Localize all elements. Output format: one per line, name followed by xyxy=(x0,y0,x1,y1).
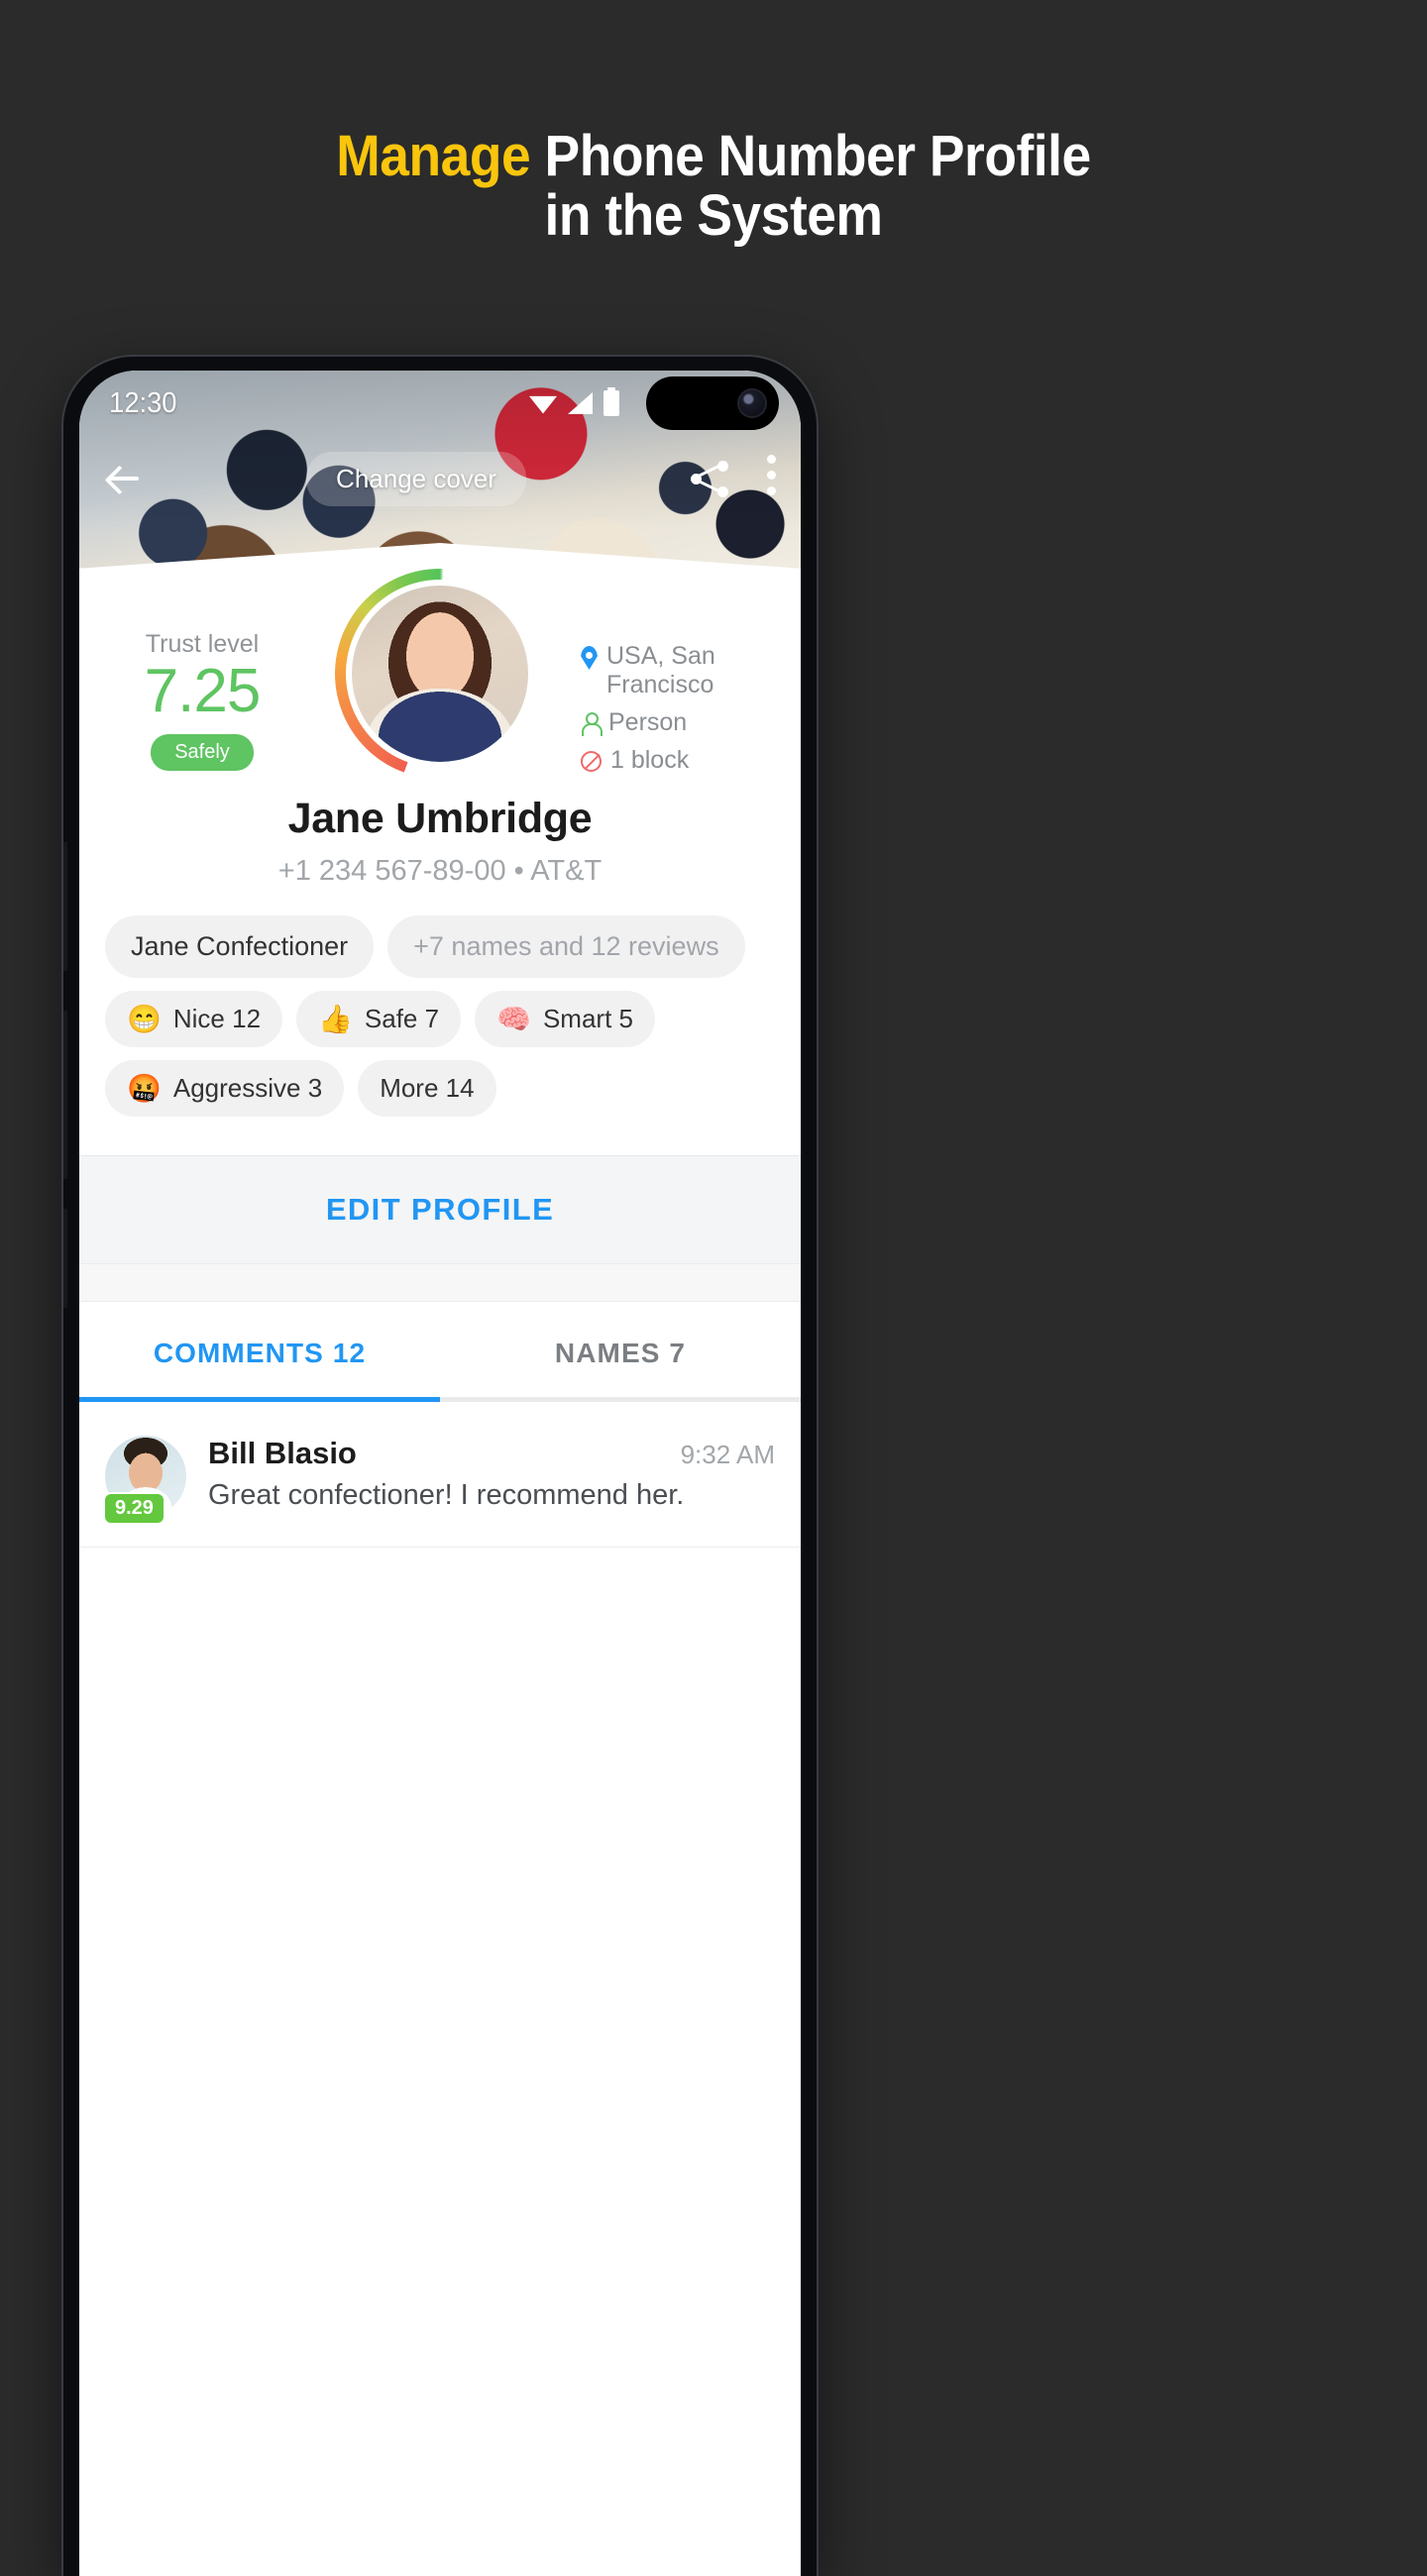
camera-lens-icon xyxy=(739,390,765,416)
comment-text: Great confectioner! I recommend her. xyxy=(208,1479,685,1511)
swearing-face-emoji: 🤬 xyxy=(127,1072,162,1104)
battery-icon xyxy=(604,387,619,416)
info-location-text: USA, San Francisco xyxy=(606,642,715,698)
profile-top-row: Trust level 7.25 Safely USA, San Francis… xyxy=(79,569,801,787)
comment-author: Bill Blasio xyxy=(208,1436,357,1470)
thumbs-up-emoji: 👍 xyxy=(318,1003,353,1034)
section-spacer xyxy=(79,1263,801,1301)
profile-phone: +1 234 567-89-00 • AT&T xyxy=(277,855,603,887)
avatar[interactable] xyxy=(335,569,545,779)
tab-indicator xyxy=(79,1397,801,1402)
phone-screen: 12:30 Change cover Trust level 7.25 Safe… xyxy=(79,371,801,2576)
status-clock: 12:30 xyxy=(109,386,177,419)
bixby-button[interactable] xyxy=(63,1011,67,1179)
tag-chip-more[interactable]: More 14 xyxy=(358,1060,496,1117)
edit-profile-section: EDIT PROFILE xyxy=(79,1155,801,1263)
comment-time: 9:32 AM xyxy=(680,1440,775,1469)
status-icons xyxy=(529,376,779,430)
info-blocks-text: 1 block xyxy=(610,746,690,774)
power-button[interactable] xyxy=(63,1209,67,1308)
tag-chip-smart[interactable]: 🧠 Smart 5 xyxy=(475,991,655,1047)
info-row-location: USA, San Francisco xyxy=(581,642,775,699)
status-bar: 12:30 xyxy=(79,371,801,436)
page-title: Manage Phone Number Profile in the Syste… xyxy=(57,124,1371,249)
location-pin-icon xyxy=(581,646,598,670)
page-title-rest: Phone Number Profile xyxy=(530,124,1092,188)
back-arrow-icon[interactable] xyxy=(103,458,145,499)
phone-device: 12:30 Change cover Trust level 7.25 Safe… xyxy=(63,357,817,2576)
cover-toolbar: Change cover xyxy=(79,442,801,515)
trust-level-label: Trust level xyxy=(145,630,260,658)
page-title-accent: Manage xyxy=(336,124,531,188)
tag-chip-aggressive[interactable]: 🤬 Aggressive 3 xyxy=(105,1060,345,1117)
trust-level-block: Trust level 7.25 Safely xyxy=(105,612,299,771)
person-icon xyxy=(581,712,603,736)
tag-chip-safe-label: Safe 7 xyxy=(364,1004,440,1033)
chips-section: Jane Confectioner +7 names and 12 review… xyxy=(79,915,801,1117)
list-item[interactable]: 9.29 Bill Blasio 9:32 AM Great confectio… xyxy=(79,1402,801,1548)
tag-chip-safe[interactable]: 👍 Safe 7 xyxy=(296,991,462,1047)
share-icon[interactable] xyxy=(688,456,733,501)
tab-bar: COMMENTS 12 NAMES 7 xyxy=(79,1301,801,1397)
chip-primary-name[interactable]: Jane Confectioner xyxy=(105,915,375,978)
grinning-face-emoji: 😁 xyxy=(127,1003,162,1034)
camera-cutout xyxy=(646,376,779,430)
avatar-photo xyxy=(352,586,528,762)
names-chip-row: Jane Confectioner +7 names and 12 review… xyxy=(105,915,775,978)
change-cover-button[interactable]: Change cover xyxy=(306,451,526,506)
info-row-blocks: 1 block xyxy=(581,746,775,775)
tab-indicator-active xyxy=(79,1397,440,1402)
tags-chip-row-2: 🤬 Aggressive 3 More 14 xyxy=(105,1060,775,1117)
status-badge: Safely xyxy=(151,733,254,771)
cover-photo[interactable]: 12:30 Change cover xyxy=(79,371,801,598)
more-vertical-icon[interactable] xyxy=(766,455,777,502)
volume-button[interactable] xyxy=(63,842,67,971)
tag-chip-smart-label: Smart 5 xyxy=(542,1004,633,1033)
page-title-line2: in the System xyxy=(544,183,883,249)
info-type-text: Person xyxy=(608,708,688,736)
tag-chip-aggressive-label: Aggressive 3 xyxy=(172,1073,323,1103)
comment-avatar-wrap: 9.29 xyxy=(103,1436,186,1525)
tag-chip-nice-label: Nice 12 xyxy=(172,1004,262,1033)
chip-more-names[interactable]: +7 names and 12 reviews xyxy=(387,915,745,978)
tab-names[interactable]: NAMES 7 xyxy=(440,1302,801,1397)
tag-chip-nice[interactable]: 😁 Nice 12 xyxy=(105,991,283,1047)
trust-level-score: 7.25 xyxy=(144,657,262,725)
tab-comments[interactable]: COMMENTS 12 xyxy=(79,1302,440,1397)
info-row-type: Person xyxy=(581,708,775,737)
profile-info-list: USA, San Francisco Person 1 block xyxy=(581,612,775,784)
wifi-icon xyxy=(529,395,557,414)
brain-emoji: 🧠 xyxy=(496,1003,531,1034)
tab-indicator-inactive xyxy=(440,1397,801,1402)
edit-profile-button[interactable]: EDIT PROFILE xyxy=(79,1192,801,1228)
tags-chip-row-1: 😁 Nice 12 👍 Safe 7 🧠 Smart 5 xyxy=(105,991,775,1047)
block-icon xyxy=(581,751,602,772)
profile-name: Jane Umbridge xyxy=(287,795,593,842)
profile-header: Trust level 7.25 Safely USA, San Francis… xyxy=(79,569,801,1155)
comment-header: Bill Blasio 9:32 AM xyxy=(208,1436,775,1471)
signal-icon xyxy=(568,392,593,414)
comment-trust-score: 9.29 xyxy=(103,1492,165,1525)
comment-body: Bill Blasio 9:32 AM Great confectioner! … xyxy=(208,1436,775,1517)
